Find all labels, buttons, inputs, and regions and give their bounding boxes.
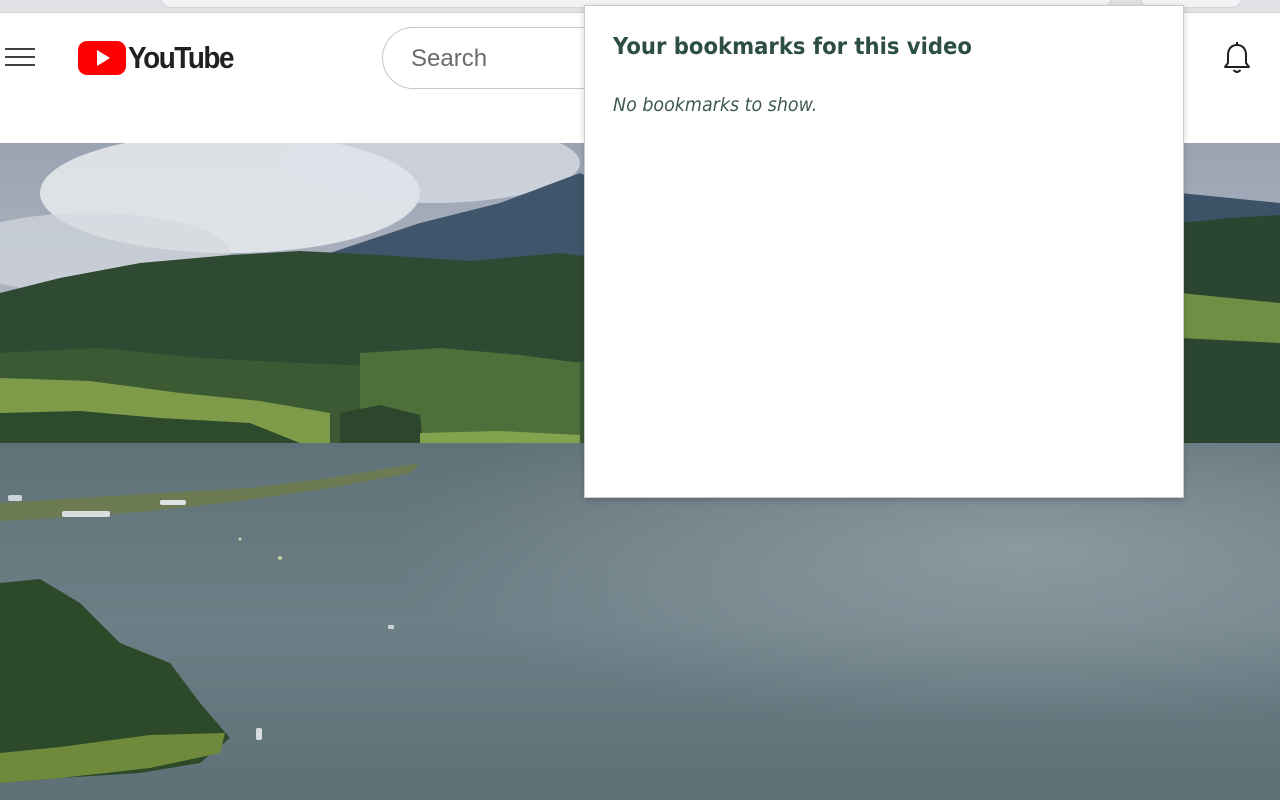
youtube-logo[interactable]: YouTube [78, 40, 245, 75]
bell-icon[interactable] [1220, 41, 1254, 77]
hamburger-menu-icon[interactable] [5, 45, 35, 69]
search-box[interactable] [382, 27, 612, 89]
popup-title: Your bookmarks for this video [613, 34, 972, 60]
logo-text: YouTube [128, 40, 235, 75]
search-input[interactable] [409, 40, 603, 78]
youtube-play-icon [78, 41, 126, 75]
empty-bookmarks-message: No bookmarks to show. [613, 94, 818, 116]
bookmarks-popup: Your bookmarks for this video No bookmar… [584, 5, 1184, 498]
